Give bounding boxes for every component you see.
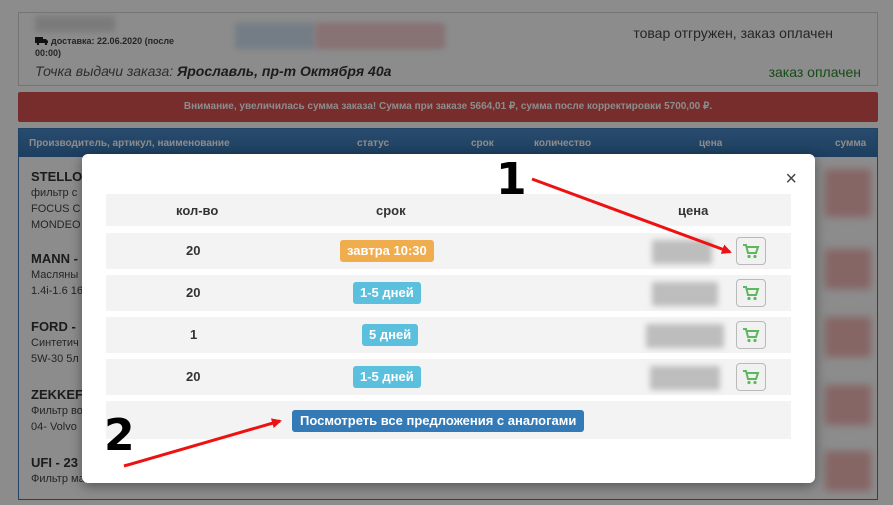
annotation-label-1: 1: [496, 154, 527, 205]
arrow-to-cart: [531, 177, 732, 254]
annotation-label-2: 2: [104, 410, 135, 461]
arrow-to-all-offers: [123, 418, 282, 468]
